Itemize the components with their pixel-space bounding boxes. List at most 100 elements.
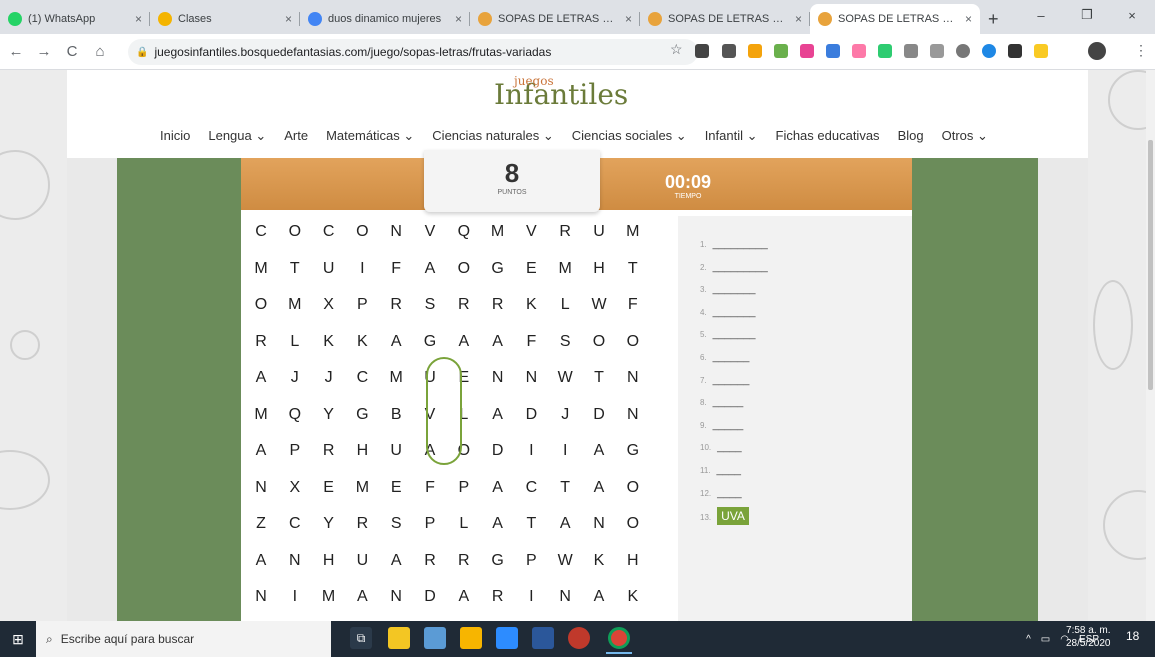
grid-letter[interactable]: P [283, 439, 307, 463]
extension-icon[interactable] [982, 44, 996, 58]
extension-icon[interactable] [722, 44, 736, 58]
grid-letter[interactable]: F [519, 330, 543, 354]
grid-letter[interactable]: M [384, 366, 408, 390]
grid-letter[interactable]: C [283, 512, 307, 536]
grid-letter[interactable]: A [587, 476, 611, 500]
browser-menu-icon[interactable]: ⋮ [1134, 42, 1148, 59]
grid-letter[interactable]: G [486, 257, 510, 281]
close-tab-icon[interactable]: × [135, 12, 142, 26]
grid-letter[interactable]: N [587, 512, 611, 536]
extension-icon[interactable] [800, 44, 814, 58]
grid-letter[interactable]: M [621, 220, 645, 244]
grid-letter[interactable]: S [418, 293, 442, 317]
grid-letter[interactable]: N [283, 549, 307, 573]
grid-letter[interactable]: O [249, 293, 273, 317]
grid-letter[interactable]: N [621, 403, 645, 427]
grid-letter[interactable]: D [486, 439, 510, 463]
grid-letter[interactable]: A [486, 476, 510, 500]
grid-letter[interactable]: I [553, 439, 577, 463]
close-tab-icon[interactable]: × [455, 12, 462, 26]
grid-letter[interactable]: O [587, 330, 611, 354]
nav-item[interactable]: Ciencias naturales ⌄ [432, 128, 553, 144]
browser-tab[interactable]: SOPAS DE LETRAS DE F × [810, 4, 980, 34]
extension-icon[interactable] [1008, 44, 1022, 58]
grid-letter[interactable]: N [519, 366, 543, 390]
restore-button[interactable]: ❐ [1064, 0, 1110, 30]
extension-icon[interactable] [826, 44, 840, 58]
grid-letter[interactable]: A [249, 366, 273, 390]
grid-letter[interactable]: R [553, 220, 577, 244]
grid-letter[interactable]: R [350, 512, 374, 536]
extension-icon[interactable] [748, 44, 762, 58]
grid-letter[interactable]: I [519, 439, 543, 463]
grid-letter[interactable]: K [519, 293, 543, 317]
scrollbar-thumb[interactable] [1148, 140, 1153, 390]
grid-letter[interactable]: A [418, 257, 442, 281]
grid-letter[interactable]: K [587, 549, 611, 573]
chevron-up-icon[interactable]: ^ [1026, 634, 1031, 645]
grid-letter[interactable]: F [384, 257, 408, 281]
grid-letter[interactable]: A [486, 330, 510, 354]
grid-letter[interactable]: L [452, 512, 476, 536]
grid-letter[interactable]: T [553, 476, 577, 500]
grid-letter[interactable]: W [553, 549, 577, 573]
browser-tab[interactable]: SOPAS DE LETRAS ® D × [640, 4, 810, 34]
grid-letter[interactable]: N [384, 585, 408, 609]
grid-letter[interactable]: Q [452, 220, 476, 244]
grid-letter[interactable]: V [418, 220, 442, 244]
grid-letter[interactable]: C [249, 220, 273, 244]
battery-icon[interactable]: ▭ [1041, 634, 1050, 645]
reload-button[interactable]: C [60, 43, 84, 60]
grid-letter[interactable]: M [317, 585, 341, 609]
grid-letter[interactable]: H [317, 549, 341, 573]
home-button[interactable]: ⌂ [88, 43, 112, 60]
grid-letter[interactable]: A [384, 330, 408, 354]
grid-letter[interactable]: A [553, 512, 577, 536]
grid-letter[interactable]: L [553, 293, 577, 317]
grid-letter[interactable]: O [621, 476, 645, 500]
back-button[interactable]: ← [4, 43, 28, 60]
grid-letter[interactable]: R [249, 330, 273, 354]
extension-icon[interactable] [695, 44, 709, 58]
grid-letter[interactable]: A [249, 549, 273, 573]
grid-letter[interactable]: N [249, 585, 273, 609]
extension-icon[interactable] [774, 44, 788, 58]
grid-letter[interactable]: E [384, 476, 408, 500]
grid-letter[interactable]: A [384, 549, 408, 573]
app-icon[interactable] [568, 627, 590, 649]
grid-letter[interactable]: C [317, 220, 341, 244]
grid-letter[interactable]: N [384, 220, 408, 244]
grid-letter[interactable]: S [553, 330, 577, 354]
grid-letter[interactable]: I [350, 257, 374, 281]
grid-letter[interactable]: B [384, 403, 408, 427]
grid-letter[interactable]: A [452, 330, 476, 354]
nav-item[interactable]: Ciencias sociales ⌄ [572, 128, 687, 144]
grid-letter[interactable]: J [553, 403, 577, 427]
grid-letter[interactable]: R [384, 293, 408, 317]
grid-letter[interactable]: Z [249, 512, 273, 536]
grid-letter[interactable]: P [452, 476, 476, 500]
extension-icon[interactable] [930, 44, 944, 58]
grid-letter[interactable]: R [486, 585, 510, 609]
grid-letter[interactable]: O [621, 330, 645, 354]
grid-letter[interactable]: X [317, 293, 341, 317]
grid-letter[interactable]: R [486, 293, 510, 317]
grid-letter[interactable]: O [283, 220, 307, 244]
grid-letter[interactable]: G [621, 439, 645, 463]
clock[interactable]: 7:58 a. m. 28/5/2020 [1066, 624, 1111, 650]
grid-letter[interactable]: E [317, 476, 341, 500]
store-icon[interactable] [388, 627, 410, 649]
grid-letter[interactable]: F [418, 476, 442, 500]
close-tab-icon[interactable]: × [795, 12, 802, 26]
grid-letter[interactable]: N [553, 585, 577, 609]
grid-letter[interactable]: G [418, 330, 442, 354]
extension-icon[interactable] [956, 44, 970, 58]
grid-letter[interactable]: T [587, 366, 611, 390]
grid-letter[interactable]: A [452, 585, 476, 609]
nav-item[interactable]: Fichas educativas [776, 128, 880, 144]
minimize-button[interactable]: – [1018, 0, 1064, 30]
grid-letter[interactable]: R [452, 549, 476, 573]
grid-letter[interactable]: S [384, 512, 408, 536]
grid-letter[interactable]: W [587, 293, 611, 317]
grid-letter[interactable]: T [519, 512, 543, 536]
